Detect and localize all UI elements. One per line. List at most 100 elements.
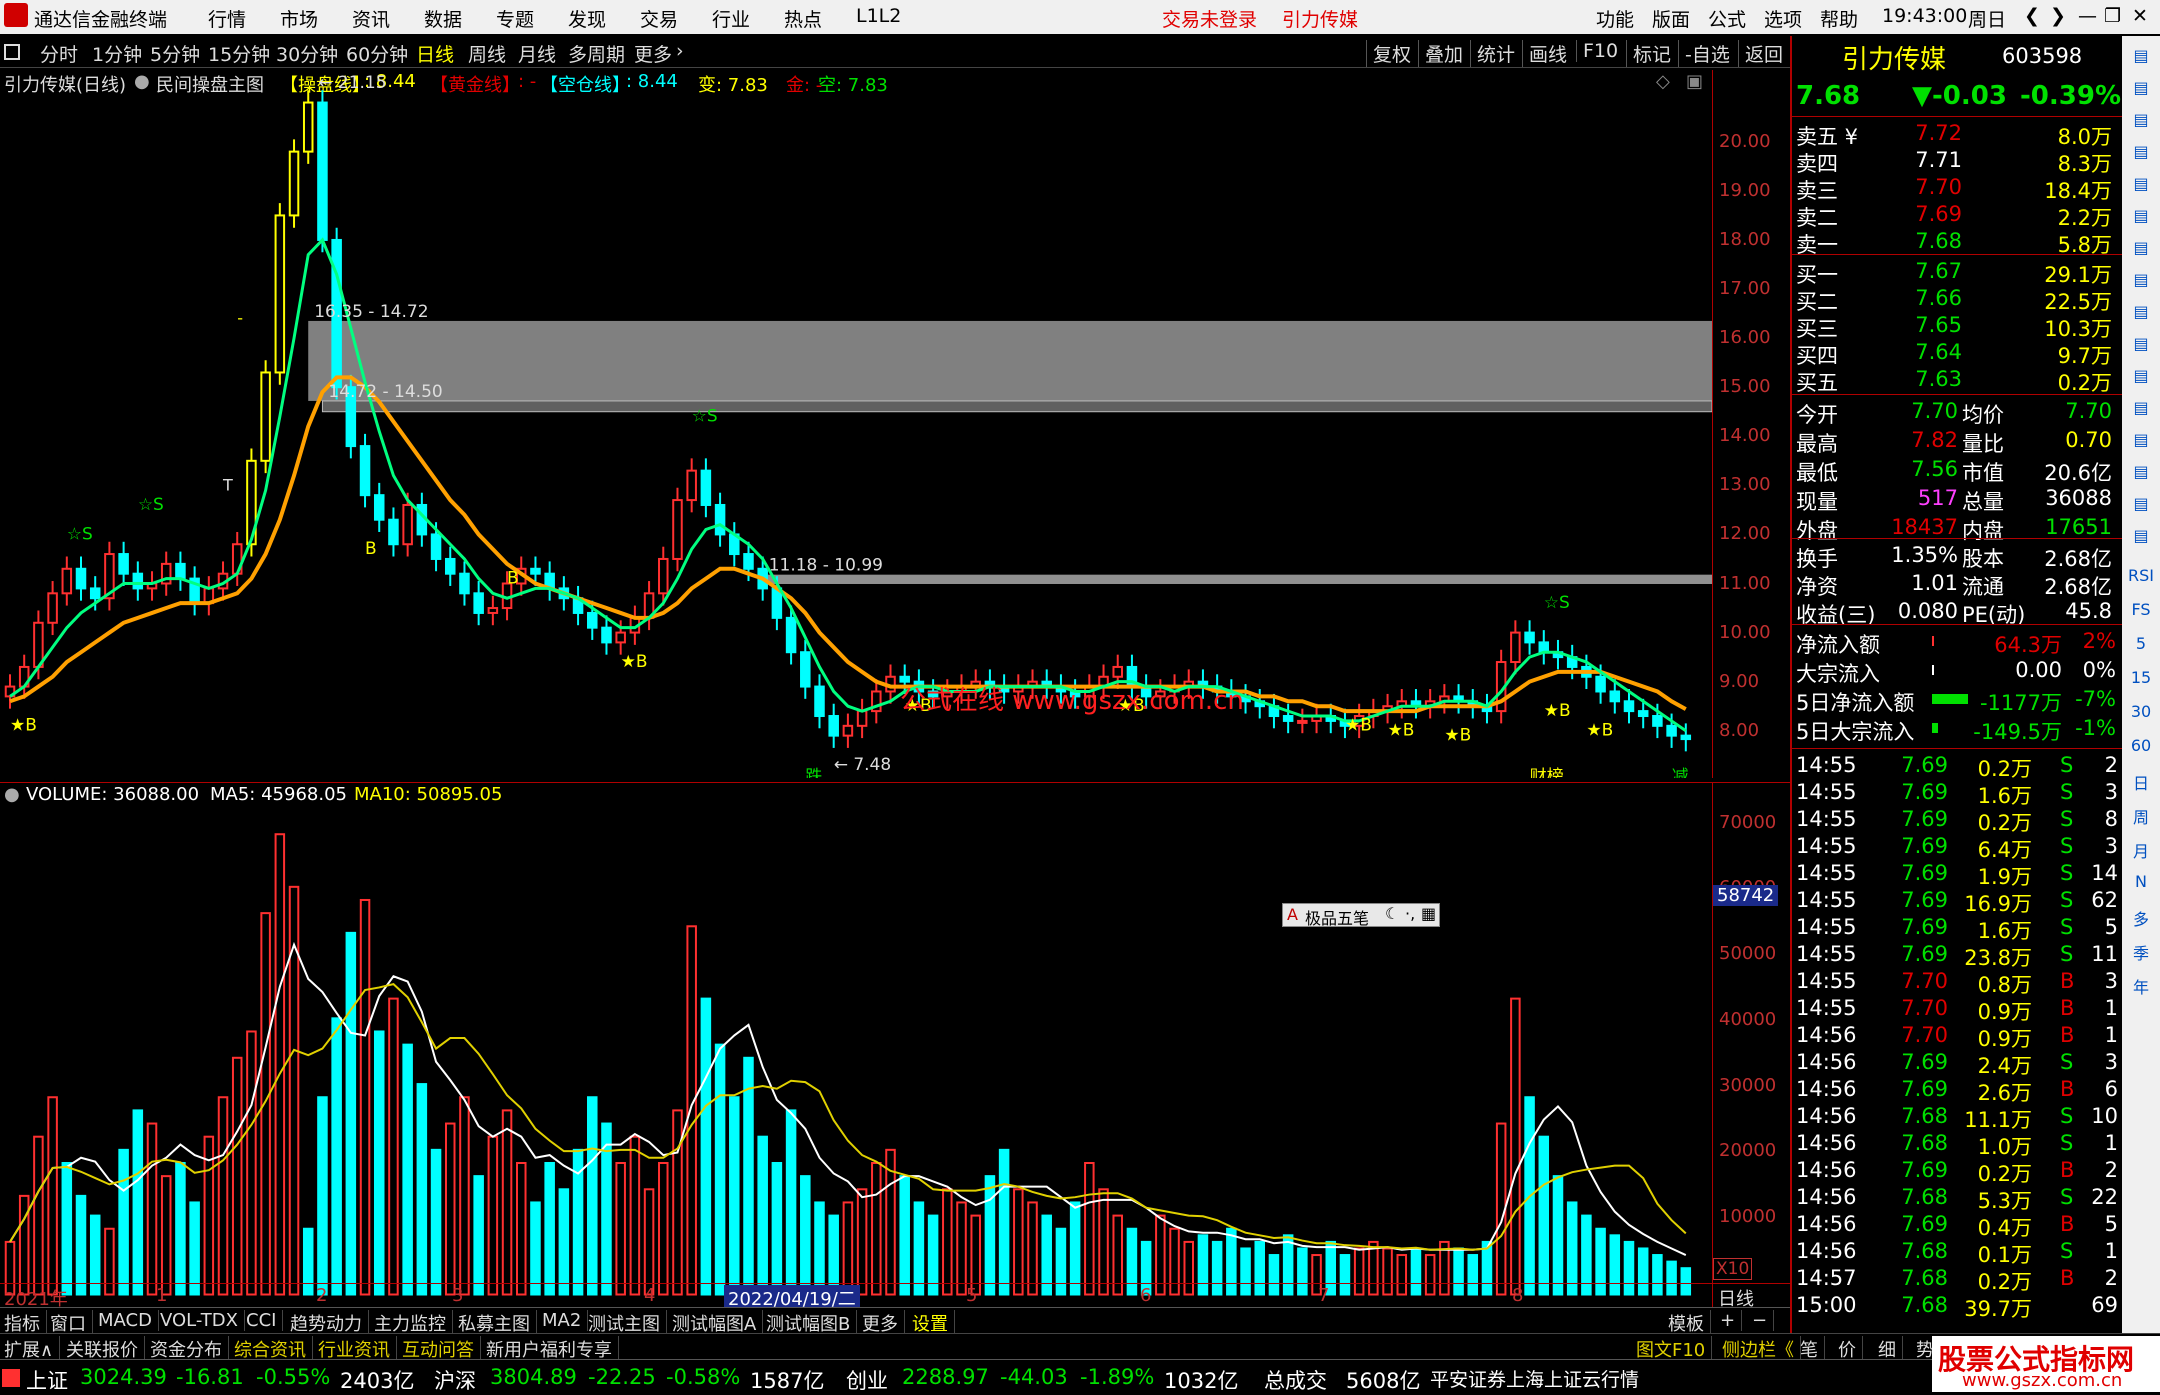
price-tick: 15.00 bbox=[1719, 376, 1771, 398]
toolbar-tool-icon[interactable]: ▤ bbox=[2122, 206, 2160, 230]
back-arrow-icon[interactable]: ❮ bbox=[2024, 5, 2040, 27]
toolbar-tool-icon[interactable]: ▤ bbox=[2122, 238, 2160, 262]
close-icon[interactable]: ✕ bbox=[2132, 5, 2148, 27]
forward-arrow-icon[interactable]: ❯ bbox=[2050, 5, 2066, 27]
period-monthly[interactable]: 月线 bbox=[518, 40, 556, 67]
toolbar-tool-icon[interactable]: ▤ bbox=[2122, 78, 2160, 102]
menu-help[interactable]: 帮助 bbox=[1820, 5, 1858, 32]
period-intraday[interactable]: 分时 bbox=[40, 40, 78, 67]
toolbar-tool-icon[interactable]: ▤ bbox=[2122, 174, 2160, 198]
menu-hot[interactable]: 热点 bbox=[784, 5, 822, 32]
index-sh-name[interactable]: 上证 bbox=[26, 1365, 68, 1395]
chevron-right-icon[interactable]: › bbox=[676, 40, 684, 62]
toolbar-tool-icon[interactable]: ▤ bbox=[2122, 334, 2160, 358]
toolbar-tool-icon[interactable]: ▤ bbox=[2122, 526, 2160, 550]
candlestick-chart[interactable]: ← 21.15 ← 7.48 16.35 - 14.72 14.72 - 14.50 1… bbox=[0, 70, 1712, 778]
minimize-icon[interactable]: — bbox=[2078, 5, 2097, 27]
btn-adjust[interactable]: 复权 bbox=[1366, 40, 1411, 67]
stat-value: 20.6亿 bbox=[2044, 461, 2112, 485]
menu-trade[interactable]: 交易 bbox=[640, 5, 678, 32]
toolbar-tool-icon[interactable]: ▤ bbox=[2122, 366, 2160, 390]
toolbar-tool-icon[interactable]: ▤ bbox=[2122, 398, 2160, 422]
period-multi[interactable]: 多周期 bbox=[568, 40, 625, 67]
period-weekly[interactable]: 周线 bbox=[468, 40, 506, 67]
sidebar-period-1[interactable]: FS bbox=[2122, 600, 2160, 619]
ask-row: 卖一 7.68 5.8万 bbox=[1792, 228, 2122, 257]
sidebar-period-4[interactable]: 30 bbox=[2122, 702, 2160, 721]
ask-row: 卖五 ¥7.72 8.0万 bbox=[1792, 120, 2122, 149]
btn-f10[interactable]: F10 bbox=[1576, 40, 1618, 62]
period-toolbar: 分时 1分钟 5分钟 15分钟 30分钟 60分钟 日线 周线 月线 多周期 更… bbox=[0, 36, 1790, 68]
menu-industry[interactable]: 行业 bbox=[712, 5, 750, 32]
sidebar-period-8[interactable]: 月 bbox=[2122, 838, 2160, 862]
period-30min[interactable]: 30分钟 bbox=[276, 40, 338, 67]
toolbar-tool-icon[interactable]: ▤ bbox=[2122, 46, 2160, 70]
sidebar-period-6[interactable]: 日 bbox=[2122, 770, 2160, 794]
btn-return[interactable]: 返回 bbox=[1738, 40, 1783, 67]
toolbar-tool-icon[interactable]: ▤ bbox=[2122, 462, 2160, 486]
sidebar-period-3[interactable]: 15 bbox=[2122, 668, 2160, 687]
ime-moon-icon[interactable]: ☾ bbox=[1385, 904, 1399, 923]
tab-vol-tdx[interactable]: VOL-TDX bbox=[160, 1310, 245, 1331]
btn-remove-fav[interactable]: -自选 bbox=[1678, 40, 1730, 67]
toolbar-tool-icon[interactable]: ▤ bbox=[2122, 110, 2160, 134]
btn-overlay[interactable]: 叠加 bbox=[1418, 40, 1463, 67]
period-daily[interactable]: 日线 bbox=[416, 40, 454, 67]
tick-row: 14:56 7.68 1.0万 S 1 bbox=[1792, 1130, 2122, 1159]
menu-options[interactable]: 选项 bbox=[1764, 5, 1802, 32]
ime-a-icon[interactable]: A bbox=[1287, 905, 1298, 924]
toolbar-tool-icon[interactable]: ▤ bbox=[2122, 302, 2160, 326]
index-cy-name[interactable]: 创业 bbox=[846, 1365, 888, 1395]
volume-chart[interactable] bbox=[0, 782, 1712, 1307]
menu-l1l2[interactable]: L1L2 bbox=[856, 5, 901, 27]
menu-layout[interactable]: 版面 bbox=[1652, 5, 1690, 32]
ime-label[interactable]: 极品五笔 bbox=[1305, 905, 1369, 929]
toolbar-tool-icon[interactable]: ▤ bbox=[2122, 494, 2160, 518]
low-price-label: ← 7.48 bbox=[834, 755, 892, 775]
sidebar-period-0[interactable]: RSI bbox=[2122, 566, 2160, 585]
menu-discover[interactable]: 发现 bbox=[568, 5, 606, 32]
btn-mark[interactable]: 标记 bbox=[1626, 40, 1671, 67]
tab-macd[interactable]: MACD bbox=[98, 1310, 159, 1331]
ime-toolbar[interactable]: A 极品五笔 ☾ ·, ▦ bbox=[1282, 903, 1440, 929]
menu-quotes[interactable]: 行情 bbox=[208, 5, 246, 32]
sidebar-period-7[interactable]: 周 bbox=[2122, 804, 2160, 828]
tab-cci[interactable]: CCI bbox=[246, 1310, 284, 1331]
toolbar-tool-icon[interactable]: ▤ bbox=[2122, 430, 2160, 454]
toolbar-tool-icon[interactable]: ▤ bbox=[2122, 270, 2160, 294]
menu-topics[interactable]: 专题 bbox=[496, 5, 534, 32]
toolbar-tool-icon[interactable]: ▤ bbox=[2122, 142, 2160, 166]
tab-ma2[interactable]: MA2 bbox=[542, 1310, 589, 1331]
menu-market[interactable]: 市场 bbox=[280, 5, 318, 32]
sidebar-period-11[interactable]: 季 bbox=[2122, 940, 2160, 964]
btn-stats[interactable]: 统计 bbox=[1470, 40, 1515, 67]
period-15min[interactable]: 15分钟 bbox=[208, 40, 270, 67]
restore-icon[interactable]: ❐ bbox=[2104, 5, 2121, 27]
add-button[interactable]: + bbox=[1720, 1310, 1743, 1331]
candle-body bbox=[658, 557, 669, 595]
panel-toggle-icon[interactable] bbox=[4, 44, 20, 60]
sidebar-period-12[interactable]: 年 bbox=[2122, 974, 2160, 998]
menu-function[interactable]: 功能 bbox=[1596, 5, 1634, 32]
sidebar-period-10[interactable]: 多 bbox=[2122, 906, 2160, 930]
stat-value: 7.70 bbox=[2065, 399, 2112, 423]
menu-formula[interactable]: 公式 bbox=[1708, 5, 1746, 32]
sidebar-period-5[interactable]: 60 bbox=[2122, 736, 2160, 755]
remove-button[interactable]: − bbox=[1752, 1310, 1775, 1331]
ime-keyboard-icon[interactable]: ▦ bbox=[1421, 904, 1436, 923]
menu-news[interactable]: 资讯 bbox=[352, 5, 390, 32]
tick-price: 7.70 bbox=[1901, 996, 1948, 1020]
period-1min[interactable]: 1分钟 bbox=[92, 40, 142, 67]
btn-draw[interactable]: 画线 bbox=[1522, 40, 1567, 67]
tick-row: 14:55 7.69 16.9万 S 62 bbox=[1792, 887, 2122, 916]
date-label: 2 bbox=[316, 1285, 328, 1306]
sidebar-period-9[interactable]: N bbox=[2122, 872, 2160, 891]
trade-login-notice[interactable]: 交易未登录 bbox=[1162, 5, 1257, 32]
sidebar-period-2[interactable]: 5 bbox=[2122, 634, 2160, 653]
menu-data[interactable]: 数据 bbox=[424, 5, 462, 32]
period-more[interactable]: 更多 bbox=[634, 40, 672, 67]
period-60min[interactable]: 60分钟 bbox=[346, 40, 408, 67]
index-hs-name[interactable]: 沪深 bbox=[434, 1365, 476, 1395]
period-5min[interactable]: 5分钟 bbox=[150, 40, 200, 67]
ime-punct-icon[interactable]: ·, bbox=[1405, 904, 1415, 923]
